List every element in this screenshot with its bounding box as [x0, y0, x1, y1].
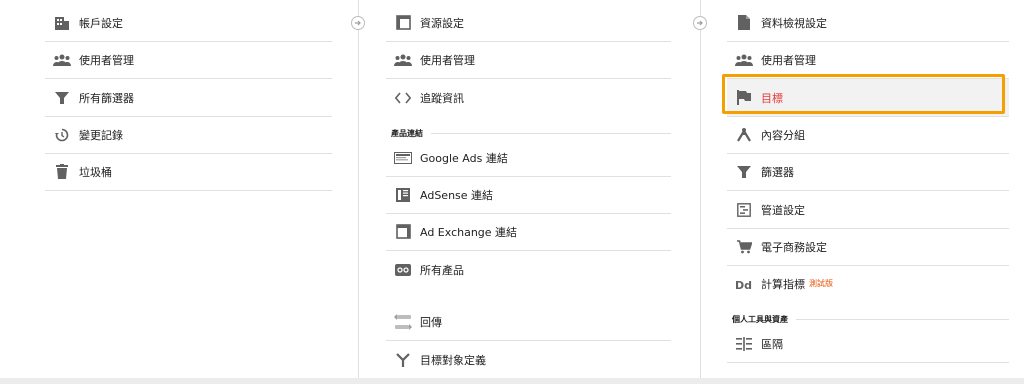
flag-icon — [735, 89, 753, 107]
item-label: 電子商務設定 — [761, 240, 827, 254]
calculated-metrics-icon: Dd — [735, 275, 753, 293]
item-label: 使用者管理 — [420, 53, 475, 67]
item-label: 篩選器 — [761, 165, 794, 179]
property-icon — [394, 14, 412, 32]
item-label: Google Ads 連結 — [420, 151, 508, 165]
google-ads-link-item[interactable]: Google Ads 連結 — [386, 139, 671, 177]
audience-definitions-item[interactable]: 目標對象定義 — [386, 341, 671, 378]
personal-tools-section-header: 個人工具與資產 — [732, 312, 1009, 326]
all-products-item[interactable]: 所有產品 — [386, 251, 671, 288]
audience-icon — [394, 351, 412, 369]
people-icon — [735, 51, 753, 69]
column-divider — [700, 0, 701, 380]
filter-icon — [735, 163, 753, 181]
item-label: 計算指標 — [761, 277, 805, 291]
item-label: 目標對象定義 — [420, 353, 486, 367]
trash-icon — [53, 163, 71, 181]
calculated-metrics-item[interactable]: Dd 計算指標 測試版 — [727, 265, 1009, 302]
svg-text:Dd: Dd — [735, 279, 752, 290]
view-filters-item[interactable]: 篩選器 — [727, 153, 1009, 191]
segments-icon — [735, 335, 753, 353]
item-label: 帳戶設定 — [79, 16, 123, 30]
item-label: 所有篩選器 — [79, 91, 134, 105]
item-label: 內容分組 — [761, 128, 805, 142]
section-label: 個人工具與資產 — [732, 314, 788, 324]
history-icon — [53, 126, 71, 144]
cart-icon — [735, 238, 753, 256]
content-grouping-icon — [735, 126, 753, 144]
adsense-icon — [394, 186, 412, 204]
change-history-item[interactable]: 變更記錄 — [45, 116, 332, 154]
postback-icon — [394, 313, 412, 331]
arrow-right-icon — [351, 16, 365, 30]
document-icon — [735, 14, 753, 32]
item-label: 目標 — [761, 91, 783, 105]
channel-settings-icon — [735, 201, 753, 219]
column-divider — [358, 0, 359, 380]
filter-icon — [53, 89, 71, 107]
content-grouping-item[interactable]: 內容分組 — [727, 116, 1009, 154]
item-label: 垃圾桶 — [79, 165, 112, 179]
google-ads-icon — [394, 149, 412, 167]
trash-item[interactable]: 垃圾桶 — [45, 153, 332, 191]
item-label: 使用者管理 — [79, 53, 134, 67]
item-label: AdSense 連結 — [420, 188, 494, 202]
item-label: 回傳 — [420, 315, 442, 329]
people-icon — [53, 51, 71, 69]
section-rule — [796, 318, 1009, 320]
ad-exchange-icon — [394, 223, 412, 241]
beta-badge: 測試版 — [809, 279, 833, 288]
adsense-link-item[interactable]: AdSense 連結 — [386, 176, 671, 214]
bottom-scrollbar[interactable] — [0, 378, 1024, 384]
people-icon — [394, 51, 412, 69]
view-user-management-item[interactable]: 使用者管理 — [727, 41, 1009, 79]
postback-item[interactable]: 回傳 — [386, 303, 671, 341]
channel-settings-item[interactable]: 管道設定 — [727, 191, 1009, 229]
section-rule — [431, 132, 671, 134]
section-label: 產品連結 — [391, 128, 423, 138]
ecommerce-settings-item[interactable]: 電子商務設定 — [727, 228, 1009, 266]
property-user-management-item[interactable]: 使用者管理 — [386, 41, 671, 79]
view-settings-item[interactable]: 資料檢視設定 — [727, 4, 1009, 42]
building-icon — [53, 14, 71, 32]
item-label: 所有產品 — [420, 263, 464, 277]
ad-exchange-link-item[interactable]: Ad Exchange 連結 — [386, 213, 671, 251]
tracking-info-item[interactable]: 追蹤資訊 — [386, 79, 671, 116]
item-label: 資料檢視設定 — [761, 16, 827, 30]
segments-item[interactable]: 區隔 — [727, 325, 1009, 363]
account-settings-item[interactable]: 帳戶設定 — [45, 4, 332, 42]
goals-item[interactable]: 目標 — [727, 79, 1009, 117]
view-column: 資料檢視設定 使用者管理 目標 內容分組 篩選器 管道設定 電子商務設定 Dd … — [727, 0, 1009, 384]
product-links-section-header: 產品連結 — [391, 126, 671, 140]
arrow-right-icon — [693, 16, 707, 30]
all-filters-item[interactable]: 所有篩選器 — [45, 79, 332, 117]
item-label: 管道設定 — [761, 203, 805, 217]
item-label: 區隔 — [761, 337, 783, 351]
item-label: 使用者管理 — [761, 53, 816, 67]
item-label: 追蹤資訊 — [420, 91, 464, 105]
property-column: 資源設定 使用者管理 追蹤資訊 產品連結 Google Ads 連結 AdSen… — [386, 0, 671, 384]
code-icon — [394, 89, 412, 107]
account-user-management-item[interactable]: 使用者管理 — [45, 41, 332, 79]
all-products-icon — [394, 261, 412, 279]
property-settings-item[interactable]: 資源設定 — [386, 4, 671, 42]
item-label: Ad Exchange 連結 — [420, 225, 518, 239]
account-column: 帳戶設定 使用者管理 所有篩選器 變更記錄 垃圾桶 — [45, 0, 332, 384]
item-label: 資源設定 — [420, 16, 464, 30]
item-label: 變更記錄 — [79, 128, 123, 142]
